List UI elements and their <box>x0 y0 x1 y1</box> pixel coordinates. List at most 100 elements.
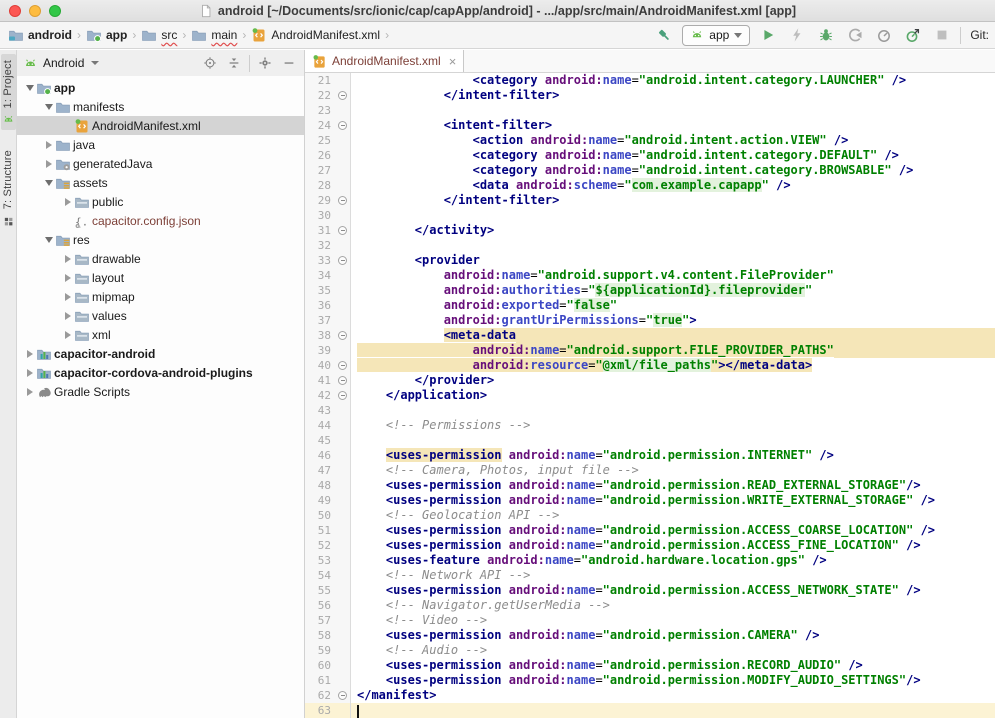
collapsed-arrow-icon[interactable] <box>23 350 36 358</box>
minus-button[interactable] <box>280 54 298 72</box>
code-line-31[interactable]: 31 </activity> <box>305 223 995 238</box>
project-view-selector[interactable]: Android <box>23 56 99 71</box>
code-line-56[interactable]: 56 <!-- Navigator.getUserMedia --> <box>305 598 995 613</box>
collapsed-arrow-icon[interactable] <box>61 293 74 301</box>
tree-item-capacitor-cordova-android-plugins[interactable]: capacitor-cordova-android-plugins <box>17 363 304 382</box>
breadcrumb-item-main[interactable]: main <box>189 27 239 43</box>
build-hammer-icon[interactable] <box>653 24 675 46</box>
code-line-53[interactable]: 53 <uses-feature android:name="android.h… <box>305 553 995 568</box>
minimize-window-button[interactable] <box>29 5 41 17</box>
code-line-41[interactable]: 41 </provider> <box>305 373 995 388</box>
code-line-60[interactable]: 60 <uses-permission android:name="androi… <box>305 658 995 673</box>
code-line-42[interactable]: 42 </application> <box>305 388 995 403</box>
tree-item-manifests[interactable]: manifests <box>17 97 304 116</box>
fold-marker-icon[interactable] <box>335 223 351 238</box>
tree-item-res[interactable]: res <box>17 230 304 249</box>
collapsed-arrow-icon[interactable] <box>42 160 55 168</box>
code-line-46[interactable]: 46 <uses-permission android:name="androi… <box>305 448 995 463</box>
tree-item-app[interactable]: app <box>17 78 304 97</box>
fold-marker-icon[interactable] <box>335 253 351 268</box>
collapsed-arrow-icon[interactable] <box>23 369 36 377</box>
code-line-51[interactable]: 51 <uses-permission android:name="androi… <box>305 523 995 538</box>
fold-marker-icon[interactable] <box>335 193 351 208</box>
code-line-63[interactable]: 63 <box>305 703 995 718</box>
tool-window-tab--structure[interactable]: 7: Structure <box>1 144 16 231</box>
fold-marker-icon[interactable] <box>335 373 351 388</box>
tree-item-public[interactable]: public <box>17 192 304 211</box>
code-line-38[interactable]: 38 <meta-data <box>305 328 995 343</box>
code-line-40[interactable]: 40 android:resource="@xml/file_paths"></… <box>305 358 995 373</box>
code-line-27[interactable]: 27 <category android:name="android.inten… <box>305 163 995 178</box>
code-line-29[interactable]: 29 </intent-filter> <box>305 193 995 208</box>
expanded-arrow-icon[interactable] <box>42 104 55 110</box>
tree-item-java[interactable]: java <box>17 135 304 154</box>
expanded-arrow-icon[interactable] <box>42 237 55 243</box>
code-line-39[interactable]: 39 android:name="android.support.FILE_PR… <box>305 343 995 358</box>
zoom-window-button[interactable] <box>49 5 61 17</box>
code-line-23[interactable]: 23 <box>305 103 995 118</box>
code-line-35[interactable]: 35 android:authorities="${applicationId}… <box>305 283 995 298</box>
tool-window-tab--project[interactable]: 1: Project <box>1 54 16 130</box>
fold-marker-icon[interactable] <box>335 358 351 373</box>
close-icon[interactable]: × <box>449 55 457 68</box>
code-line-58[interactable]: 58 <uses-permission android:name="androi… <box>305 628 995 643</box>
collapsed-arrow-icon[interactable] <box>23 388 36 396</box>
code-line-43[interactable]: 43 <box>305 403 995 418</box>
code-line-44[interactable]: 44 <!-- Permissions --> <box>305 418 995 433</box>
collapsed-arrow-icon[interactable] <box>61 274 74 282</box>
collapsed-arrow-icon[interactable] <box>61 255 74 263</box>
fold-marker-icon[interactable] <box>335 388 351 403</box>
code-line-37[interactable]: 37 android:grantUriPermissions="true"> <box>305 313 995 328</box>
code-line-57[interactable]: 57 <!-- Video --> <box>305 613 995 628</box>
expanded-arrow-icon[interactable] <box>23 85 36 91</box>
collapsed-arrow-icon[interactable] <box>42 141 55 149</box>
tree-item-drawable[interactable]: drawable <box>17 249 304 268</box>
expanded-arrow-icon[interactable] <box>42 180 55 186</box>
collapse-button[interactable] <box>225 54 243 72</box>
code-line-34[interactable]: 34 android:name="android.support.v4.cont… <box>305 268 995 283</box>
tree-item-xml[interactable]: xml <box>17 325 304 344</box>
code-line-32[interactable]: 32 <box>305 238 995 253</box>
code-line-48[interactable]: 48 <uses-permission android:name="androi… <box>305 478 995 493</box>
tree-item-layout[interactable]: layout <box>17 268 304 287</box>
tree-item-assets[interactable]: assets <box>17 173 304 192</box>
code-line-52[interactable]: 52 <uses-permission android:name="androi… <box>305 538 995 553</box>
code-line-25[interactable]: 25 <action android:name="android.intent.… <box>305 133 995 148</box>
debug-button[interactable] <box>815 24 837 46</box>
collapsed-arrow-icon[interactable] <box>61 198 74 206</box>
tree-item-capacitor-config-json[interactable]: {..}capacitor.config.json <box>17 211 304 230</box>
code-line-26[interactable]: 26 <category android:name="android.inten… <box>305 148 995 163</box>
fold-marker-icon[interactable] <box>335 328 351 343</box>
code-line-28[interactable]: 28 <data android:scheme="com.example.cap… <box>305 178 995 193</box>
code-line-30[interactable]: 30 <box>305 208 995 223</box>
tree-item-values[interactable]: values <box>17 306 304 325</box>
code-line-24[interactable]: 24 <intent-filter> <box>305 118 995 133</box>
fold-marker-icon[interactable] <box>335 88 351 103</box>
tree-item-gradle-scripts[interactable]: Gradle Scripts <box>17 382 304 401</box>
code-line-33[interactable]: 33 <provider <box>305 253 995 268</box>
apply-changes-button[interactable] <box>786 24 808 46</box>
close-window-button[interactable] <box>9 5 21 17</box>
code-editor[interactable]: 21 <category android:name="android.inten… <box>305 73 995 718</box>
breadcrumb-item-src[interactable]: src <box>139 27 179 43</box>
profiler-button[interactable] <box>873 24 895 46</box>
apply-restart-button[interactable] <box>902 24 924 46</box>
code-line-49[interactable]: 49 <uses-permission android:name="androi… <box>305 493 995 508</box>
collapsed-arrow-icon[interactable] <box>61 331 74 339</box>
code-line-54[interactable]: 54 <!-- Network API --> <box>305 568 995 583</box>
stop-button[interactable] <box>931 24 953 46</box>
gear-button[interactable] <box>256 54 274 72</box>
fold-marker-icon[interactable] <box>335 688 351 703</box>
breadcrumb-item-app[interactable]: app <box>84 27 129 43</box>
run-button[interactable] <box>757 24 779 46</box>
attach-debugger-button[interactable] <box>844 24 866 46</box>
code-line-50[interactable]: 50 <!-- Geolocation API --> <box>305 508 995 523</box>
code-line-55[interactable]: 55 <uses-permission android:name="androi… <box>305 583 995 598</box>
target-button[interactable] <box>201 54 219 72</box>
tree-item-capacitor-android[interactable]: capacitor-android <box>17 344 304 363</box>
collapsed-arrow-icon[interactable] <box>61 312 74 320</box>
code-line-45[interactable]: 45 <box>305 433 995 448</box>
code-line-62[interactable]: 62</manifest> <box>305 688 995 703</box>
code-line-21[interactable]: 21 <category android:name="android.inten… <box>305 73 995 88</box>
tree-item-mipmap[interactable]: mipmap <box>17 287 304 306</box>
